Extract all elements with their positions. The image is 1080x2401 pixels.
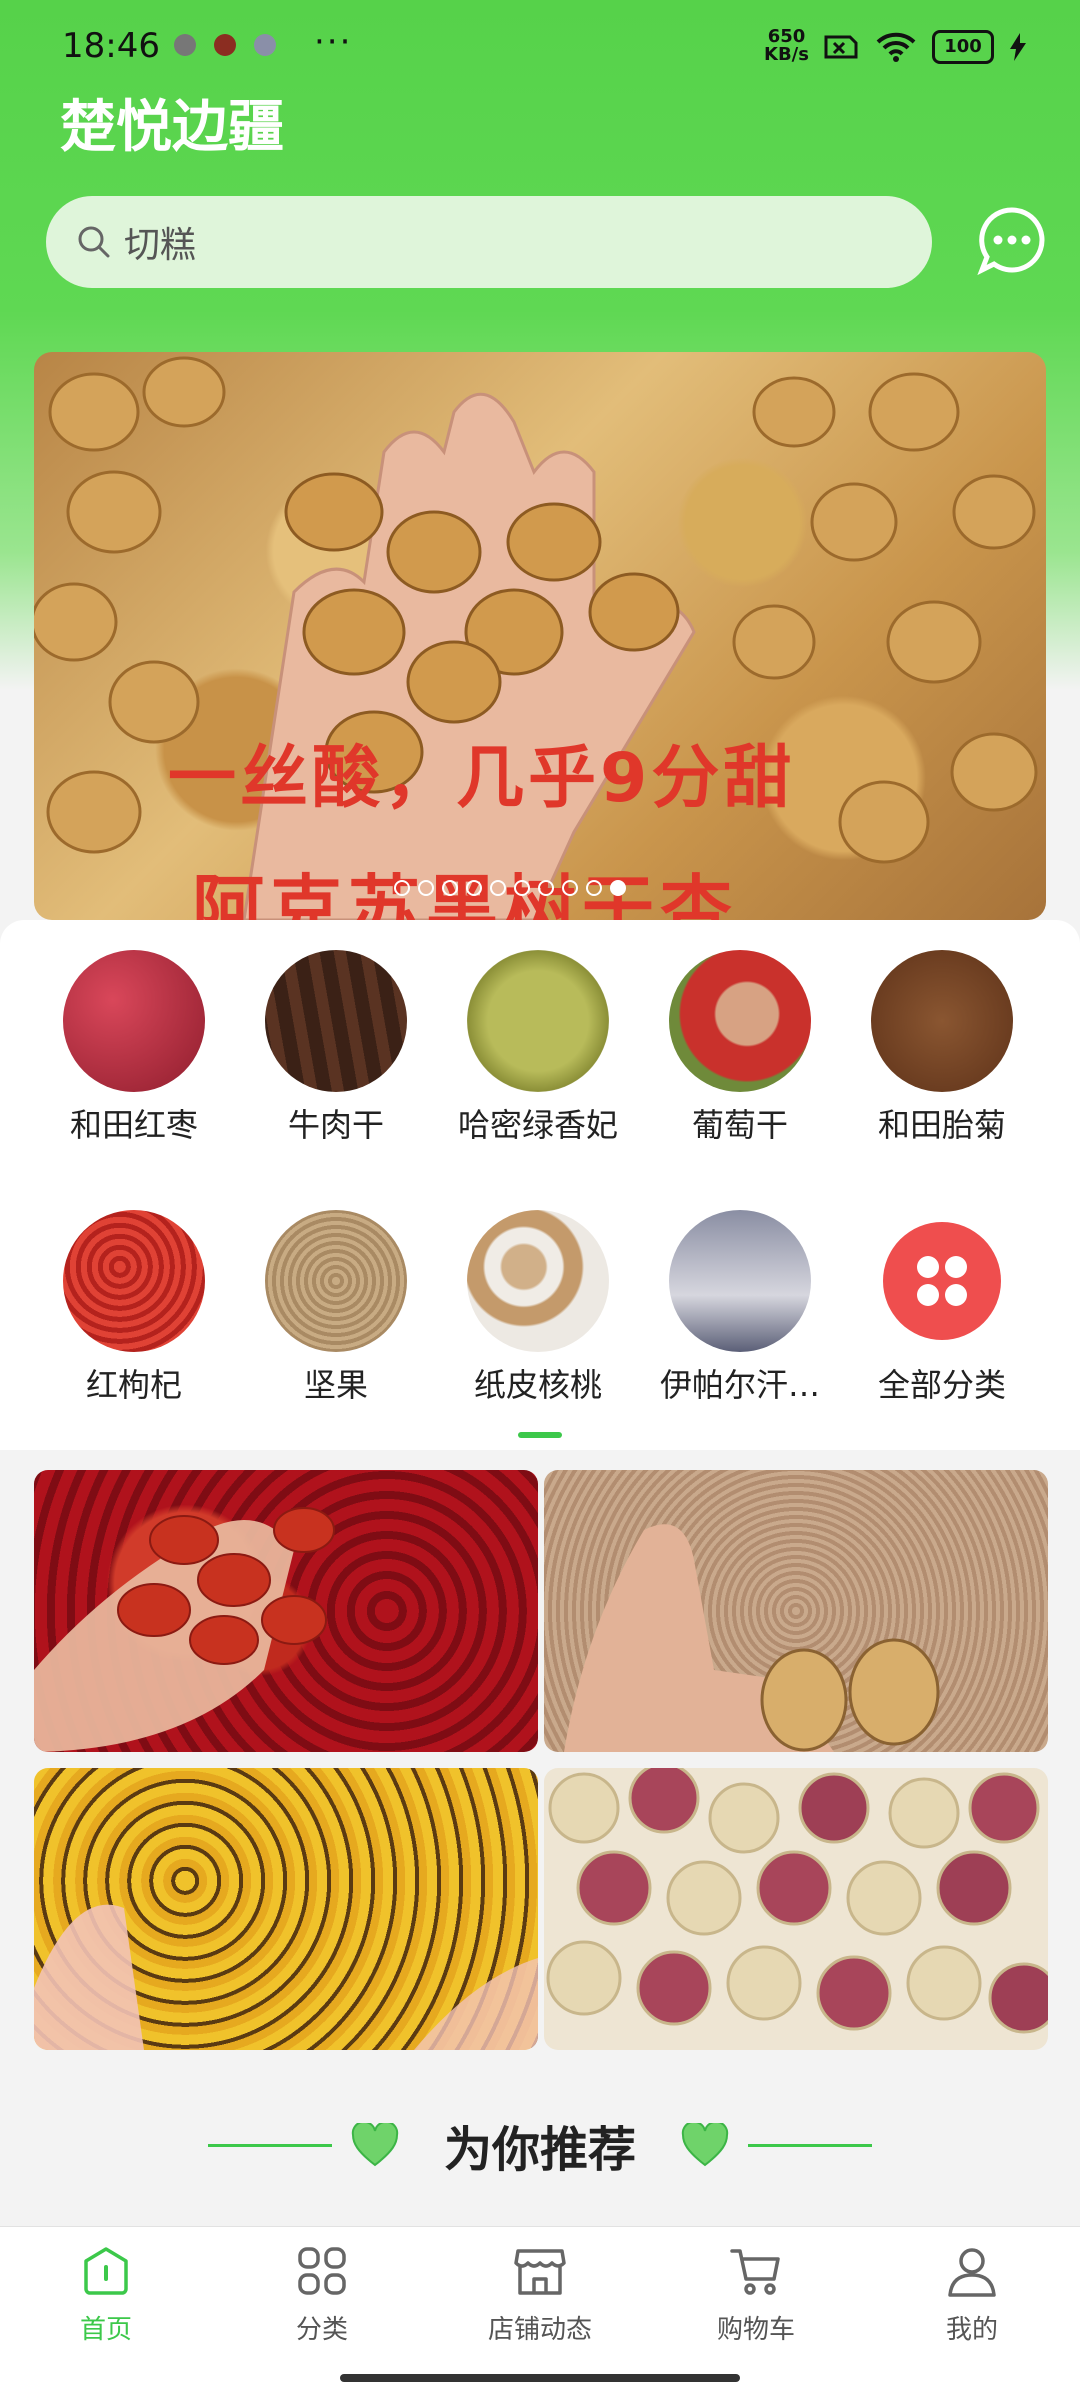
category-scroll-indicator (518, 1432, 562, 1438)
nuts-image (265, 1210, 407, 1352)
tab-store-updates[interactable]: 店铺动态 (470, 2243, 610, 2346)
all-categories-icon (883, 1222, 1001, 1340)
recommend-header: 为你推荐 (0, 2110, 1080, 2180)
category-nuts[interactable]: 坚果 (236, 1210, 436, 1406)
charging-icon (1010, 33, 1026, 61)
wifi-icon (876, 32, 916, 62)
chrysanthemum-promo[interactable] (34, 1768, 538, 2050)
network-speed: 650 KB/s (764, 28, 809, 64)
notification-icon (174, 34, 196, 56)
category-green-raisin[interactable]: 哈密绿香妃 (438, 950, 638, 1146)
pager-dot-active (610, 880, 626, 896)
chrysanthemum-image (871, 950, 1013, 1092)
grid-icon (298, 2247, 346, 2295)
category-paper-walnut[interactable]: 纸皮核桃 (438, 1210, 638, 1406)
more-notifications: ··· (314, 22, 353, 62)
divider (207, 2143, 332, 2147)
raisin-farmer-image (669, 950, 811, 1092)
tab-label: 分类 (295, 2315, 348, 2345)
user-icon (948, 2248, 996, 2297)
gesture-bar[interactable] (340, 2374, 740, 2382)
pager-dot (466, 880, 482, 896)
tab-cart[interactable]: 购物车 (686, 2243, 826, 2346)
network-speed-unit: KB/s (764, 44, 809, 65)
notification-icon (214, 34, 236, 56)
pager-dot (442, 880, 458, 896)
category-label: 红枸杞 (85, 1366, 182, 1404)
banner-caption-1: 一丝酸，几乎9分甜 (168, 739, 796, 818)
tab-home[interactable]: 首页 (36, 2243, 176, 2346)
dried-apricot-image (34, 356, 1038, 920)
tab-label: 首页 (79, 2315, 132, 2345)
pager-dot (586, 880, 602, 896)
heart-icon (351, 2123, 399, 2167)
search-input[interactable]: 切糕 (46, 196, 932, 288)
chat-icon[interactable] (976, 204, 1048, 276)
category-label: 哈密绿香妃 (457, 1106, 618, 1144)
category-beef-jerky[interactable]: 牛肉干 (236, 950, 436, 1146)
tab-label: 店铺动态 (487, 2315, 592, 2345)
search-value: 切糕 (124, 225, 197, 266)
tab-category[interactable]: 分类 (252, 2243, 392, 2346)
category-label: 伊帕尔汗… (659, 1366, 820, 1404)
walnut-photo (564, 1524, 940, 1752)
category-label: 纸皮核桃 (473, 1366, 602, 1404)
dried-fig-photo (546, 1768, 1048, 2034)
chrysanthemum-photo (34, 1904, 538, 2050)
category-label: 葡萄干 (691, 1106, 788, 1144)
category-ipar-perfume[interactable]: 伊帕尔汗… (640, 1210, 840, 1406)
app-title: 楚悦边疆 (60, 95, 284, 160)
red-dates-photo (34, 1507, 335, 1752)
pager-dot (490, 880, 506, 896)
divider (748, 2143, 873, 2147)
store-icon (514, 2249, 566, 2295)
figs-promo[interactable] (544, 1768, 1048, 2050)
category-label: 和田红枣 (69, 1106, 198, 1144)
perfume-image (669, 1210, 811, 1352)
home-icon (84, 2247, 128, 2295)
category-label: 坚果 (303, 1366, 368, 1404)
goji-image (63, 1210, 205, 1352)
search-icon (78, 226, 110, 258)
tab-mine[interactable]: 我的 (902, 2243, 1042, 2346)
red-dates-promo[interactable] (34, 1470, 538, 1752)
banner-pager (394, 880, 626, 896)
walnut-image (467, 1210, 609, 1352)
category-label: 牛肉干 (287, 1106, 384, 1144)
category-label: 和田胎菊 (877, 1106, 1006, 1144)
category-chrysanthemum[interactable]: 和田胎菊 (842, 950, 1042, 1146)
tab-label: 我的 (945, 2315, 998, 2345)
walnut-promo[interactable] (544, 1470, 1048, 1752)
notification-icons (174, 34, 276, 56)
category-all[interactable]: 全部分类 (842, 1210, 1042, 1406)
category-hetian-red-dates[interactable]: 和田红枣 (34, 950, 234, 1146)
grid-dots-icon (917, 1256, 967, 1306)
no-sim-icon (824, 35, 858, 59)
pager-dot (394, 880, 410, 896)
notification-icon (254, 34, 276, 56)
tab-label: 购物车 (716, 2315, 795, 2345)
category-label: 全部分类 (877, 1366, 1006, 1404)
category-goji[interactable]: 红枸杞 (34, 1210, 234, 1406)
pager-dot (418, 880, 434, 896)
recommend-title: 为你推荐 (443, 2122, 636, 2178)
promo-banner[interactable]: 一丝酸，几乎9分甜 阿克苏黑树干杏 (34, 352, 1046, 920)
red-dates-image (63, 950, 205, 1092)
status-right: 100 (822, 30, 1026, 64)
battery-icon: 100 (932, 30, 994, 64)
pager-dot (514, 880, 530, 896)
status-time: 18:46 (62, 26, 160, 66)
beef-jerky-image (265, 950, 407, 1092)
pager-dot (562, 880, 578, 896)
pager-dot (538, 880, 554, 896)
cart-icon (730, 2249, 780, 2295)
green-raisin-image (467, 950, 609, 1092)
category-raisin[interactable]: 葡萄干 (640, 950, 840, 1146)
heart-icon (681, 2123, 729, 2167)
